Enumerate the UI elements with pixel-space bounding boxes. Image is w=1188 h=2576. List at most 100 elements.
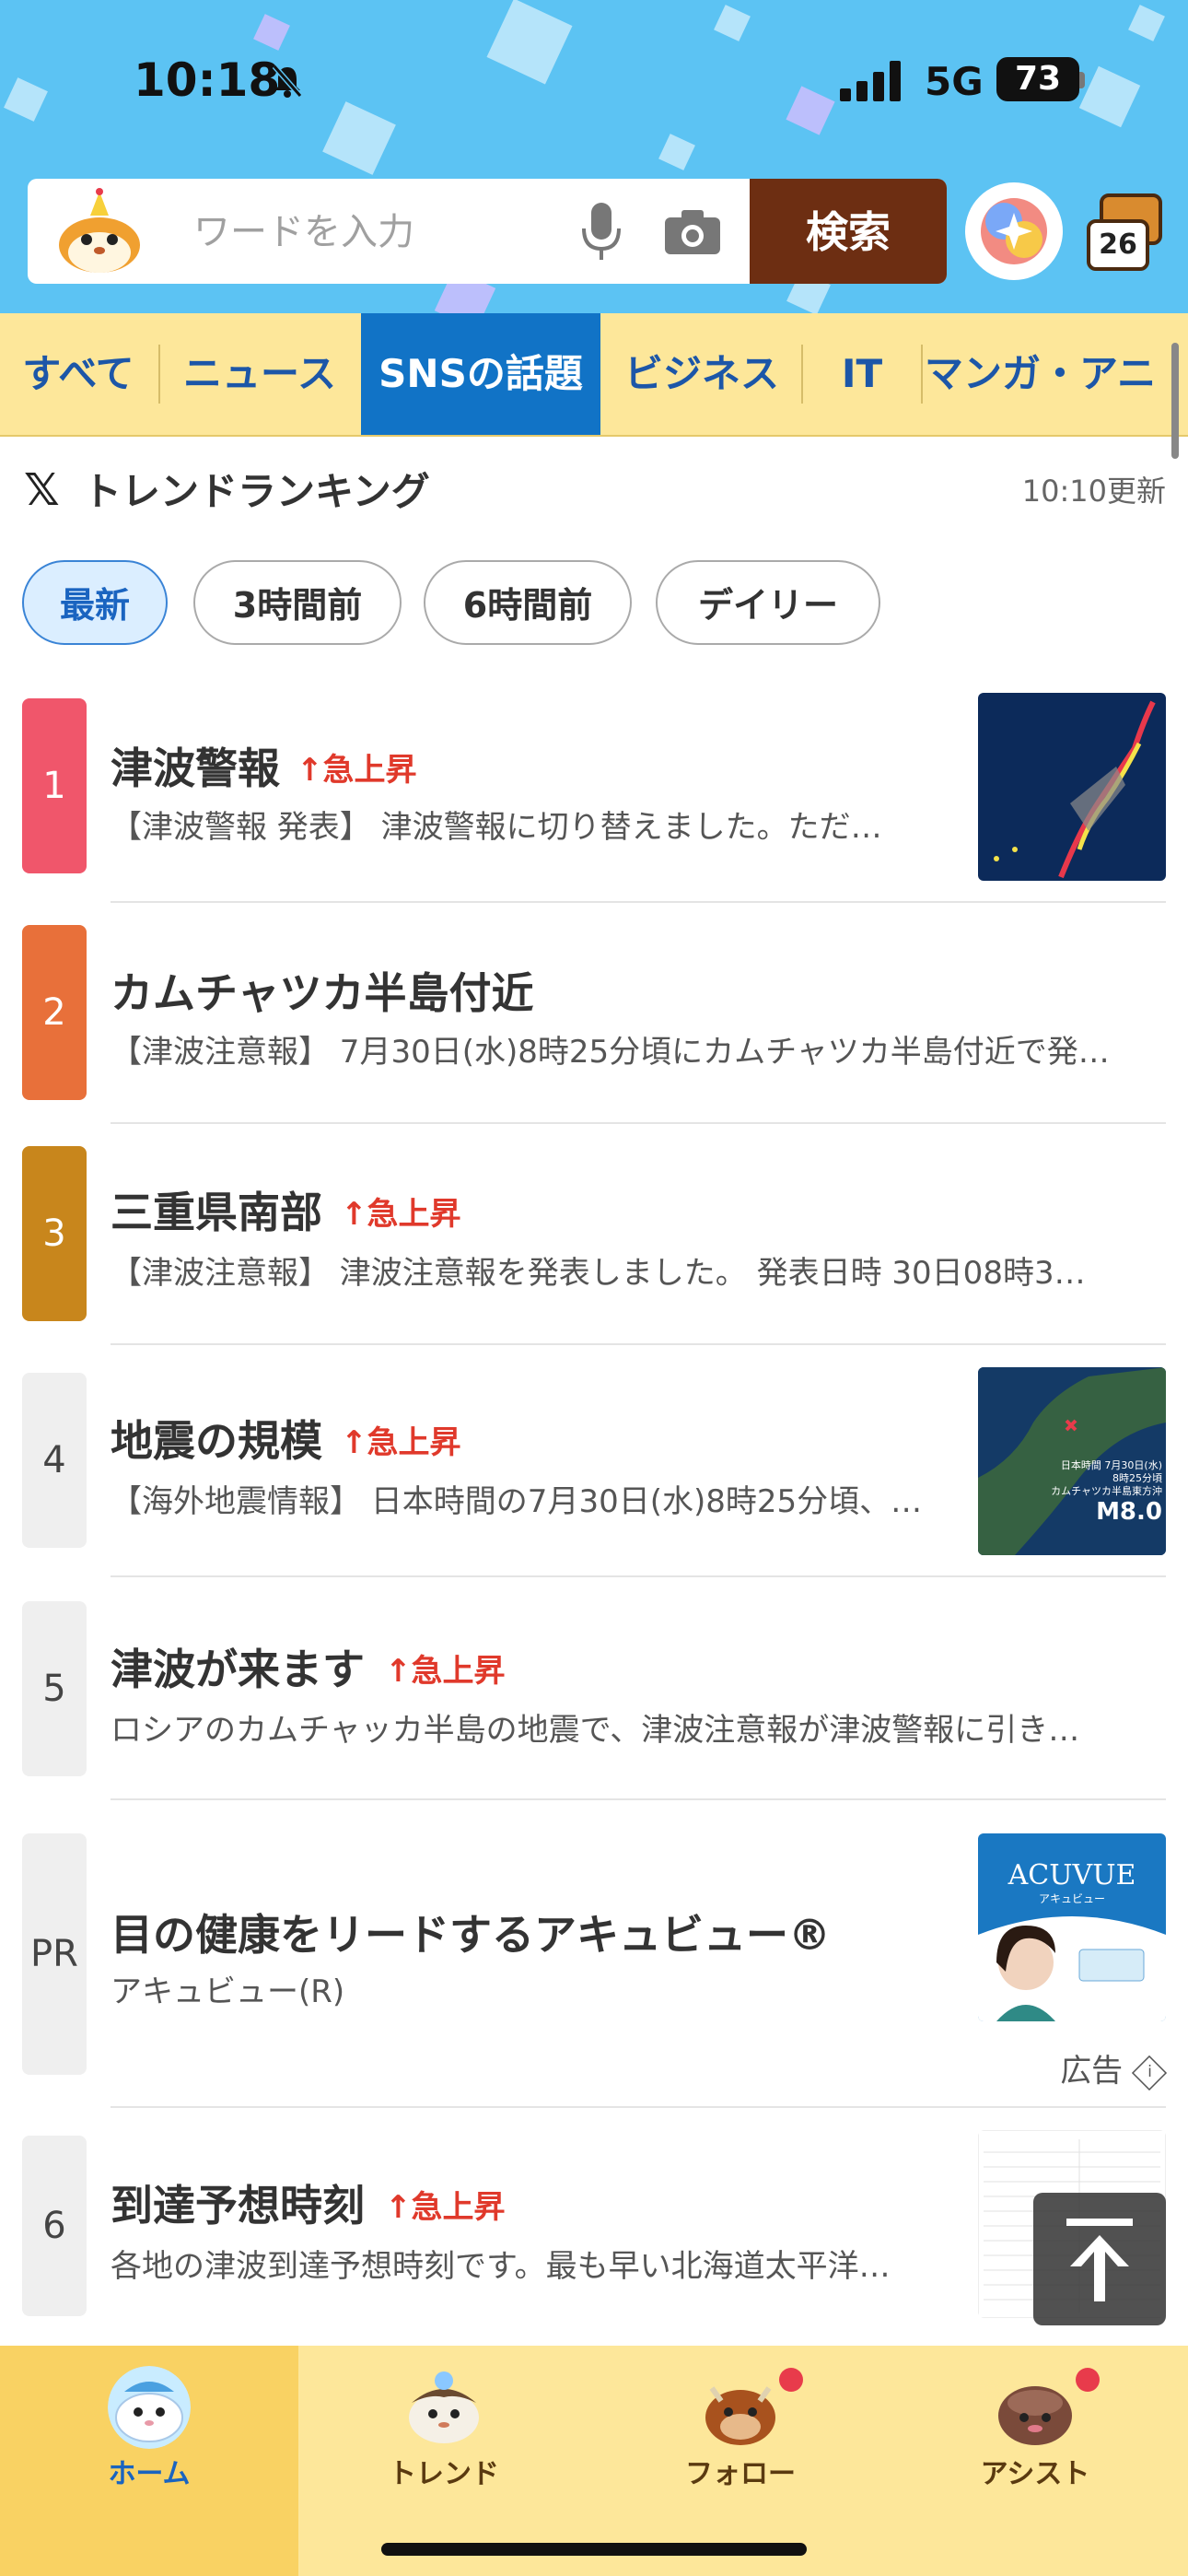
mascot-icon — [59, 188, 140, 273]
ad-thumbnail[interactable]: ACUVUE アキュビュー — [978, 1833, 1166, 2021]
rank-badge: 6 — [22, 2136, 87, 2316]
sparkle-icon — [981, 198, 1047, 264]
tab-divider — [921, 345, 923, 404]
ad-item[interactable]: PR 目の健康をリードするアキュビュー® アキュビュー(R) ACUVUE アキ… — [0, 1833, 1188, 2110]
arrow-up-bar-icon — [1066, 2219, 1133, 2301]
item-title: カムチャツカ半島付近 — [111, 968, 534, 1018]
ad-description: アキュビュー(R) — [111, 1973, 345, 2010]
tabs-count-button[interactable]: 26 — [1087, 219, 1149, 271]
category-tabs: すべて ニュース SNSの話題 ビジネス IT マンガ・アニ — [0, 313, 1188, 437]
nav-trend[interactable]: トレンド — [343, 2359, 545, 2497]
notification-dot — [779, 2368, 803, 2392]
surge-badge: ↑急上昇 — [297, 752, 417, 789]
rank-badge: 2 — [22, 925, 87, 1100]
ranking-item-6[interactable]: 6 到達予想時刻 ↑急上昇 各地の津波到達予想時刻です。最も早い北海道太平洋… — [0, 2130, 1188, 2346]
item-title: 津波警報 — [111, 744, 280, 793]
tab-sns-topics[interactable]: SNSの話題 — [361, 313, 600, 435]
updated-time: 10:10更新 — [1021, 474, 1166, 509]
item-description: 【海外地震情報】 日本時間の7月30日(水)8時25分頃、… — [111, 1483, 923, 1520]
search-input[interactable] — [192, 206, 582, 258]
ranking-item-5[interactable]: 5 津波が来ます ↑急上昇 ロシアのカムチャッカ半島の地震で、津波注意報が津波警… — [0, 1594, 1188, 1804]
tab-divider — [158, 345, 160, 404]
rank-badge: 3 — [22, 1146, 87, 1321]
item-title: 三重県南部 — [111, 1188, 322, 1237]
ranking-item-3[interactable]: 3 三重県南部 ↑急上昇 【津波注意報】 津波注意報を発表しました。 発表日時 … — [0, 1135, 1188, 1345]
confetti — [1128, 5, 1165, 41]
filter-latest[interactable]: 最新 — [22, 560, 168, 645]
tab-it[interactable]: IT — [805, 313, 919, 435]
surge-badge: ↑急上昇 — [341, 1424, 461, 1461]
tab-all[interactable]: すべて — [0, 313, 157, 435]
bottom-nav: ホーム トレンド フォロー アシスト — [0, 2346, 1188, 2576]
ranking-item-1[interactable]: 1 津波警報 ↑急上昇 【津波警報 発表】 津波警報に切り替えました。ただ… — [0, 693, 1188, 903]
rank-badge: 5 — [22, 1601, 87, 1776]
tab-manga-anime[interactable]: マンガ・アニ — [925, 313, 1188, 435]
surge-badge: ↑急上昇 — [341, 1196, 461, 1233]
home-indicator — [381, 2543, 807, 2556]
nav-follow[interactable]: フォロー — [639, 2359, 842, 2497]
tab-news[interactable]: ニュース — [162, 313, 357, 435]
nav-label-home: ホーム — [108, 2458, 191, 2490]
ad-label: 広告 i — [1060, 2045, 1168, 2090]
nav-label-trend: トレンド — [389, 2458, 499, 2490]
row-divider — [111, 1343, 1166, 1345]
trend-ranking-header: 𝕏 トレンドランキング 10:10更新 — [0, 437, 1188, 538]
filter-6h[interactable]: 6時間前 — [424, 560, 632, 645]
microphone-icon[interactable] — [580, 201, 623, 262]
battery-level: 73 — [996, 57, 1079, 101]
filter-daily[interactable]: デイリー — [656, 560, 880, 645]
nav-label-follow: フォロー — [685, 2458, 796, 2490]
item-title: 地震の規模 — [111, 1416, 322, 1466]
ad-person-image — [978, 1916, 1166, 2021]
trend-mascot-icon — [409, 2371, 479, 2443]
search-button[interactable]: 検索 — [750, 179, 947, 284]
bell-muted-icon — [272, 64, 303, 98]
ranking-item-4[interactable]: 4 地震の規模 ↑急上昇 【海外地震情報】 日本時間の7月30日(水)8時25分… — [0, 1365, 1188, 1577]
item-description: 【津波警報 発表】 津波警報に切り替えました。ただ… — [111, 809, 882, 846]
section-title: トレンドランキング — [83, 469, 430, 514]
nav-assist[interactable]: アシスト — [934, 2359, 1136, 2497]
thumbnail-earthquake-map[interactable]: 日本時間 7月30日(水) 8時25分頃 カムチャツカ半島東方沖 M8.0 — [978, 1367, 1166, 1555]
item-title: 津波が来ます — [111, 1645, 365, 1694]
battery-cap — [1079, 72, 1085, 88]
home-mascot-icon — [108, 2366, 191, 2449]
confetti — [658, 134, 695, 170]
row-divider — [111, 1122, 1166, 1124]
item-title: 到達予想時刻 — [111, 2181, 365, 2231]
camera-icon[interactable] — [663, 206, 722, 256]
search-bar: 検索 — [28, 179, 947, 284]
scroll-to-top-button[interactable] — [1033, 2193, 1166, 2325]
row-divider — [111, 1575, 1166, 1577]
follow-mascot-icon — [705, 2386, 775, 2445]
filter-3h[interactable]: 3時間前 — [193, 560, 402, 645]
rank-badge: 1 — [22, 698, 87, 873]
ai-assistant-button[interactable] — [965, 182, 1063, 280]
arrow-up-icon: ↑ — [297, 752, 323, 789]
row-divider — [111, 2106, 1166, 2108]
ranking-item-2[interactable]: 2 カムチャツカ半島付近 【津波注意報】 7月30日(水)8時25分頃にカムチャ… — [0, 914, 1188, 1124]
tab-business[interactable]: ビジネス — [604, 313, 799, 435]
item-description: 【津波注意報】 津波注意報を発表しました。 発表日時 30日08時3… — [111, 1255, 1086, 1292]
rank-badge: 4 — [22, 1373, 87, 1548]
item-description: ロシアのカムチャッカ半島の地震で、津波注意報が津波警報に引き… — [111, 1712, 1080, 1749]
assist-mascot-icon — [998, 2386, 1072, 2445]
nav-label-assist: アシスト — [980, 2458, 1090, 2490]
item-description: 各地の津波到達予想時刻です。最も早い北海道太平洋… — [111, 2248, 891, 2285]
signal-icon — [840, 61, 901, 101]
surge-badge: ↑急上昇 — [385, 1653, 506, 1690]
header: 10:18 5G 73 ワードを入力 検索 26 — [0, 0, 1188, 313]
notification-dot — [1076, 2368, 1100, 2392]
arrow-up-icon: ↑ — [385, 2189, 412, 2226]
arrow-up-icon: ↑ — [385, 1653, 412, 1690]
status-time: 10:18 — [134, 53, 281, 107]
status-bar: 10:18 5G 73 — [0, 46, 1188, 120]
tab-divider — [801, 345, 803, 404]
nav-home[interactable]: ホーム — [48, 2359, 250, 2497]
thumbnail-tsunami-map[interactable] — [978, 693, 1166, 881]
ad-info-icon[interactable]: i — [1131, 2055, 1168, 2090]
row-divider — [111, 1798, 1166, 1800]
confetti — [253, 14, 290, 51]
network-type: 5G — [925, 59, 984, 104]
pr-badge: PR — [22, 1833, 87, 2075]
arrow-up-icon: ↑ — [341, 1424, 367, 1461]
